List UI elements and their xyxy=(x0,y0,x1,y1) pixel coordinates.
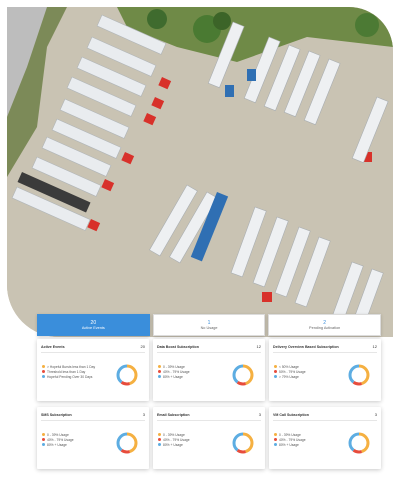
legend-dot-icon xyxy=(274,438,277,441)
card-title: SMS Subscription xyxy=(41,412,72,417)
legend-label: 0 - 39% Usage xyxy=(163,364,185,369)
card-count: 20 xyxy=(140,344,145,349)
legend-label: > Hopeful Bursts less than 1 Day xyxy=(47,364,96,369)
donut-chart xyxy=(116,432,138,454)
legend-dot-icon xyxy=(42,365,45,368)
legend-label: 0 - 39% Usage xyxy=(47,432,69,437)
tab-label: Active Events xyxy=(81,325,105,330)
legend-item: 0 - 39% Usage xyxy=(158,432,190,437)
legend-item: 80% + Usage xyxy=(158,374,190,379)
legend-label: 40% - 79% Usage xyxy=(47,437,74,442)
legend-item: > Hopeful Bursts less than 1 Day xyxy=(42,364,95,369)
legend-label: < 50% Usage xyxy=(279,364,299,369)
legend-label: 0 - 39% Usage xyxy=(279,432,301,437)
card-legend: > Hopeful Bursts less than 1 Day Thresho… xyxy=(42,364,95,379)
tab-label: No Usage xyxy=(200,325,218,330)
legend-dot-icon xyxy=(42,433,45,436)
legend-item: 40% - 79% Usage xyxy=(158,437,190,442)
legend-dot-icon xyxy=(274,375,277,378)
legend-dot-icon xyxy=(42,438,45,441)
legend-dot-icon xyxy=(42,375,45,378)
divider xyxy=(157,420,261,421)
legend-item: > 79% Usage xyxy=(274,374,306,379)
donut-chart xyxy=(348,432,370,454)
divider xyxy=(41,420,145,421)
legend-item: 50% - 79% Usage xyxy=(274,369,306,374)
legend-item: 0 - 39% Usage xyxy=(274,432,306,437)
card-legend: 0 - 39% Usage 40% - 79% Usage 80% + Usag… xyxy=(274,432,306,447)
card-title: Data Boost Subscription xyxy=(157,344,199,349)
legend-label: 0 - 39% Usage xyxy=(163,432,185,437)
legend-dot-icon xyxy=(274,433,277,436)
divider xyxy=(273,352,377,353)
legend-dot-icon xyxy=(42,370,45,373)
card-legend: 0 - 39% Usage 40% - 79% Usage 80% + Usag… xyxy=(158,364,190,379)
card-legend: 0 - 39% Usage 40% - 79% Usage 80% + Usag… xyxy=(158,432,190,447)
legend-item: 0 - 39% Usage xyxy=(42,432,74,437)
tab-no-usage[interactable]: 1 No Usage xyxy=(152,314,266,336)
donut-chart xyxy=(232,432,254,454)
summary-card[interactable]: Data Boost Subscription 12 0 - 39% Usage… xyxy=(153,339,265,401)
card-count: 12 xyxy=(256,344,261,349)
legend-label: 80% + Usage xyxy=(279,442,299,447)
legend-item: 80% + Usage xyxy=(42,442,74,447)
card-count: 3 xyxy=(374,412,377,417)
legend-dot-icon xyxy=(158,375,161,378)
summary-card[interactable]: Delivery Overview Based Subscription 12 … xyxy=(269,339,381,401)
status-tabs: 20 Active Events 1 No Usage 2 Pending Ac… xyxy=(37,314,382,336)
legend-dot-icon xyxy=(158,438,161,441)
tab-pending-activation[interactable]: 2 Pending Activation xyxy=(268,314,382,336)
tab-label: Pending Activation xyxy=(309,325,341,330)
summary-card[interactable]: Active Events 20 > Hopeful Bursts less t… xyxy=(37,339,149,401)
legend-label: 40% - 79% Usage xyxy=(279,437,306,442)
legend-item: 40% - 79% Usage xyxy=(274,437,306,442)
divider xyxy=(157,352,261,353)
legend-dot-icon xyxy=(274,365,277,368)
legend-item: 80% + Usage xyxy=(274,442,306,447)
legend-label: 40% - 79% Usage xyxy=(163,369,190,374)
card-title: Delivery Overview Based Subscription xyxy=(273,344,339,349)
legend-item: 40% - 79% Usage xyxy=(158,369,190,374)
divider xyxy=(273,420,377,421)
legend-item: Hopeful Pending Over 30 Days xyxy=(42,374,95,379)
legend-dot-icon xyxy=(158,443,161,446)
legend-label: 80% + Usage xyxy=(47,442,67,447)
card-count: 3 xyxy=(142,412,145,417)
card-title: Email Subscription xyxy=(157,412,190,417)
legend-label: 40% - 79% Usage xyxy=(163,437,190,442)
aerial-parking-lot-image xyxy=(7,7,393,337)
legend-label: Hopeful Pending Over 30 Days xyxy=(47,374,93,379)
donut-chart xyxy=(116,364,138,386)
donut-chart xyxy=(232,364,254,386)
legend-dot-icon xyxy=(274,370,277,373)
legend-dot-icon xyxy=(158,370,161,373)
donut-chart xyxy=(348,364,370,386)
legend-item: 80% + Usage xyxy=(158,442,190,447)
legend-dot-icon xyxy=(42,443,45,446)
legend-dot-icon xyxy=(158,433,161,436)
card-title: VM Call Subscription xyxy=(273,412,309,417)
divider xyxy=(41,352,145,353)
summary-card[interactable]: VM Call Subscription 3 0 - 39% Usage 40%… xyxy=(269,407,381,469)
summary-card[interactable]: SMS Subscription 3 0 - 39% Usage 40% - 7… xyxy=(37,407,149,469)
legend-label: > 79% Usage xyxy=(279,374,299,379)
card-count: 12 xyxy=(372,344,377,349)
legend-dot-icon xyxy=(158,365,161,368)
legend-label: Threshold less than 1 Day xyxy=(47,369,86,374)
subscription-cards: Active Events 20 > Hopeful Bursts less t… xyxy=(37,339,381,469)
card-count: 3 xyxy=(258,412,261,417)
legend-item: 0 - 39% Usage xyxy=(158,364,190,369)
legend-label: 50% - 79% Usage xyxy=(279,369,306,374)
legend-label: 80% + Usage xyxy=(163,442,183,447)
card-legend: 0 - 39% Usage 40% - 79% Usage 80% + Usag… xyxy=(42,432,74,447)
legend-dot-icon xyxy=(274,443,277,446)
summary-card[interactable]: Email Subscription 3 0 - 39% Usage 40% -… xyxy=(153,407,265,469)
legend-item: 40% - 79% Usage xyxy=(42,437,74,442)
card-legend: < 50% Usage 50% - 79% Usage > 79% Usage xyxy=(274,364,306,379)
card-title: Active Events xyxy=(41,344,65,349)
tab-active-events[interactable]: 20 Active Events xyxy=(37,314,150,336)
legend-label: 80% + Usage xyxy=(163,374,183,379)
